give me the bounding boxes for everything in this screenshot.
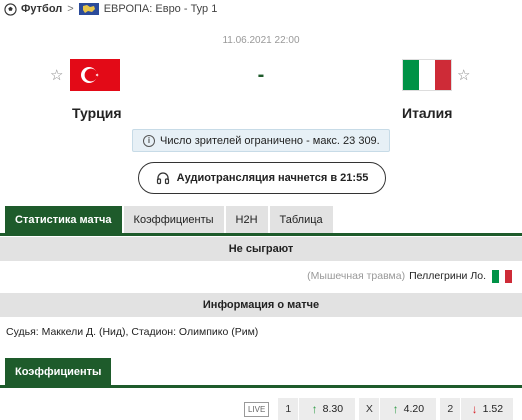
headphones-icon: [156, 171, 170, 185]
tab-table[interactable]: Таблица: [269, 206, 333, 234]
missing-players-header: Не сыграют: [0, 237, 522, 261]
missing-player-row: (Мышечная травма) Пеллегрини Ло.: [0, 265, 522, 287]
live-badge: LIVE: [244, 401, 270, 417]
attendance-notice-text: Число зрителей ограничено - макс. 23 309…: [160, 134, 380, 147]
soccer-ball-icon: [2, 1, 18, 17]
odds-section-tab[interactable]: Коэффициенты: [5, 358, 112, 386]
audio-broadcast-button[interactable]: Аудиотрансляция начнется в 21:55: [138, 162, 386, 194]
match-info-details: Судья: Маккели Д. (Нид), Стадион: Олимпи…: [6, 326, 259, 338]
odds-underline: [0, 385, 522, 388]
match-info-header: Информация о матче: [0, 293, 522, 317]
europe-map-icon: [78, 3, 99, 15]
injury-reason: (Мышечная травма): [307, 270, 406, 282]
arrow-up-icon: ↑: [311, 402, 318, 416]
tab-match-stats[interactable]: Статистика матча: [5, 206, 122, 234]
audio-broadcast-label: Аудиотрансляция начнется в 21:55: [176, 172, 369, 184]
breadcrumb-sport-link[interactable]: Футбол: [21, 3, 62, 15]
attendance-notice: i Число зрителей ограничено - макс. 23 3…: [132, 129, 390, 152]
italy-flag[interactable]: [402, 59, 452, 91]
tab-h2h[interactable]: H2H: [225, 206, 268, 234]
odd-draw-value: 4.20: [403, 403, 425, 415]
away-team-name[interactable]: Италия: [402, 105, 452, 121]
breadcrumb-league-link[interactable]: ЕВРОПА: Евро - Тур 1: [104, 3, 218, 15]
match-datetime: 11.06.2021 22:00: [222, 35, 300, 46]
odd-away-button[interactable]: ↓ 1.52: [461, 398, 514, 420]
arrow-down-icon: ↓: [471, 402, 478, 416]
tabs-underline: [0, 233, 522, 236]
arrow-up-icon: ↑: [392, 402, 399, 416]
breadcrumb-separator: >: [67, 3, 74, 15]
odd-label-away: 2: [440, 398, 461, 420]
breadcrumb: Футбол > ЕВРОПА: Евро - Тур 1: [0, 0, 522, 18]
info-icon: i: [143, 134, 155, 147]
match-score: -: [257, 63, 265, 86]
odd-draw-button[interactable]: ↑ 4.20: [380, 398, 437, 420]
odd-label-home: 1: [278, 398, 299, 420]
odd-home-value: 8.30: [322, 403, 344, 415]
odd-away-value: 1.52: [482, 403, 504, 415]
favorite-away-star-icon[interactable]: ☆: [457, 66, 470, 84]
match-tabs: Статистика матча Коэффициенты H2H Таблиц…: [5, 206, 335, 234]
odds-row: LIVE 1 ↑ 8.30 X ↑ 4.20 2 ↓ 1.52: [244, 398, 514, 420]
odd-label-draw: X: [359, 398, 380, 420]
home-team-name[interactable]: Турция: [72, 105, 122, 121]
italy-flag: [492, 269, 512, 283]
favorite-home-star-icon[interactable]: ☆: [50, 66, 63, 84]
odd-home-button[interactable]: ↑ 8.30: [299, 398, 356, 420]
missing-player-name[interactable]: Пеллегрини Ло.: [409, 270, 486, 282]
turkey-flag[interactable]: [70, 59, 120, 91]
tab-odds[interactable]: Коэффициенты: [123, 206, 224, 234]
